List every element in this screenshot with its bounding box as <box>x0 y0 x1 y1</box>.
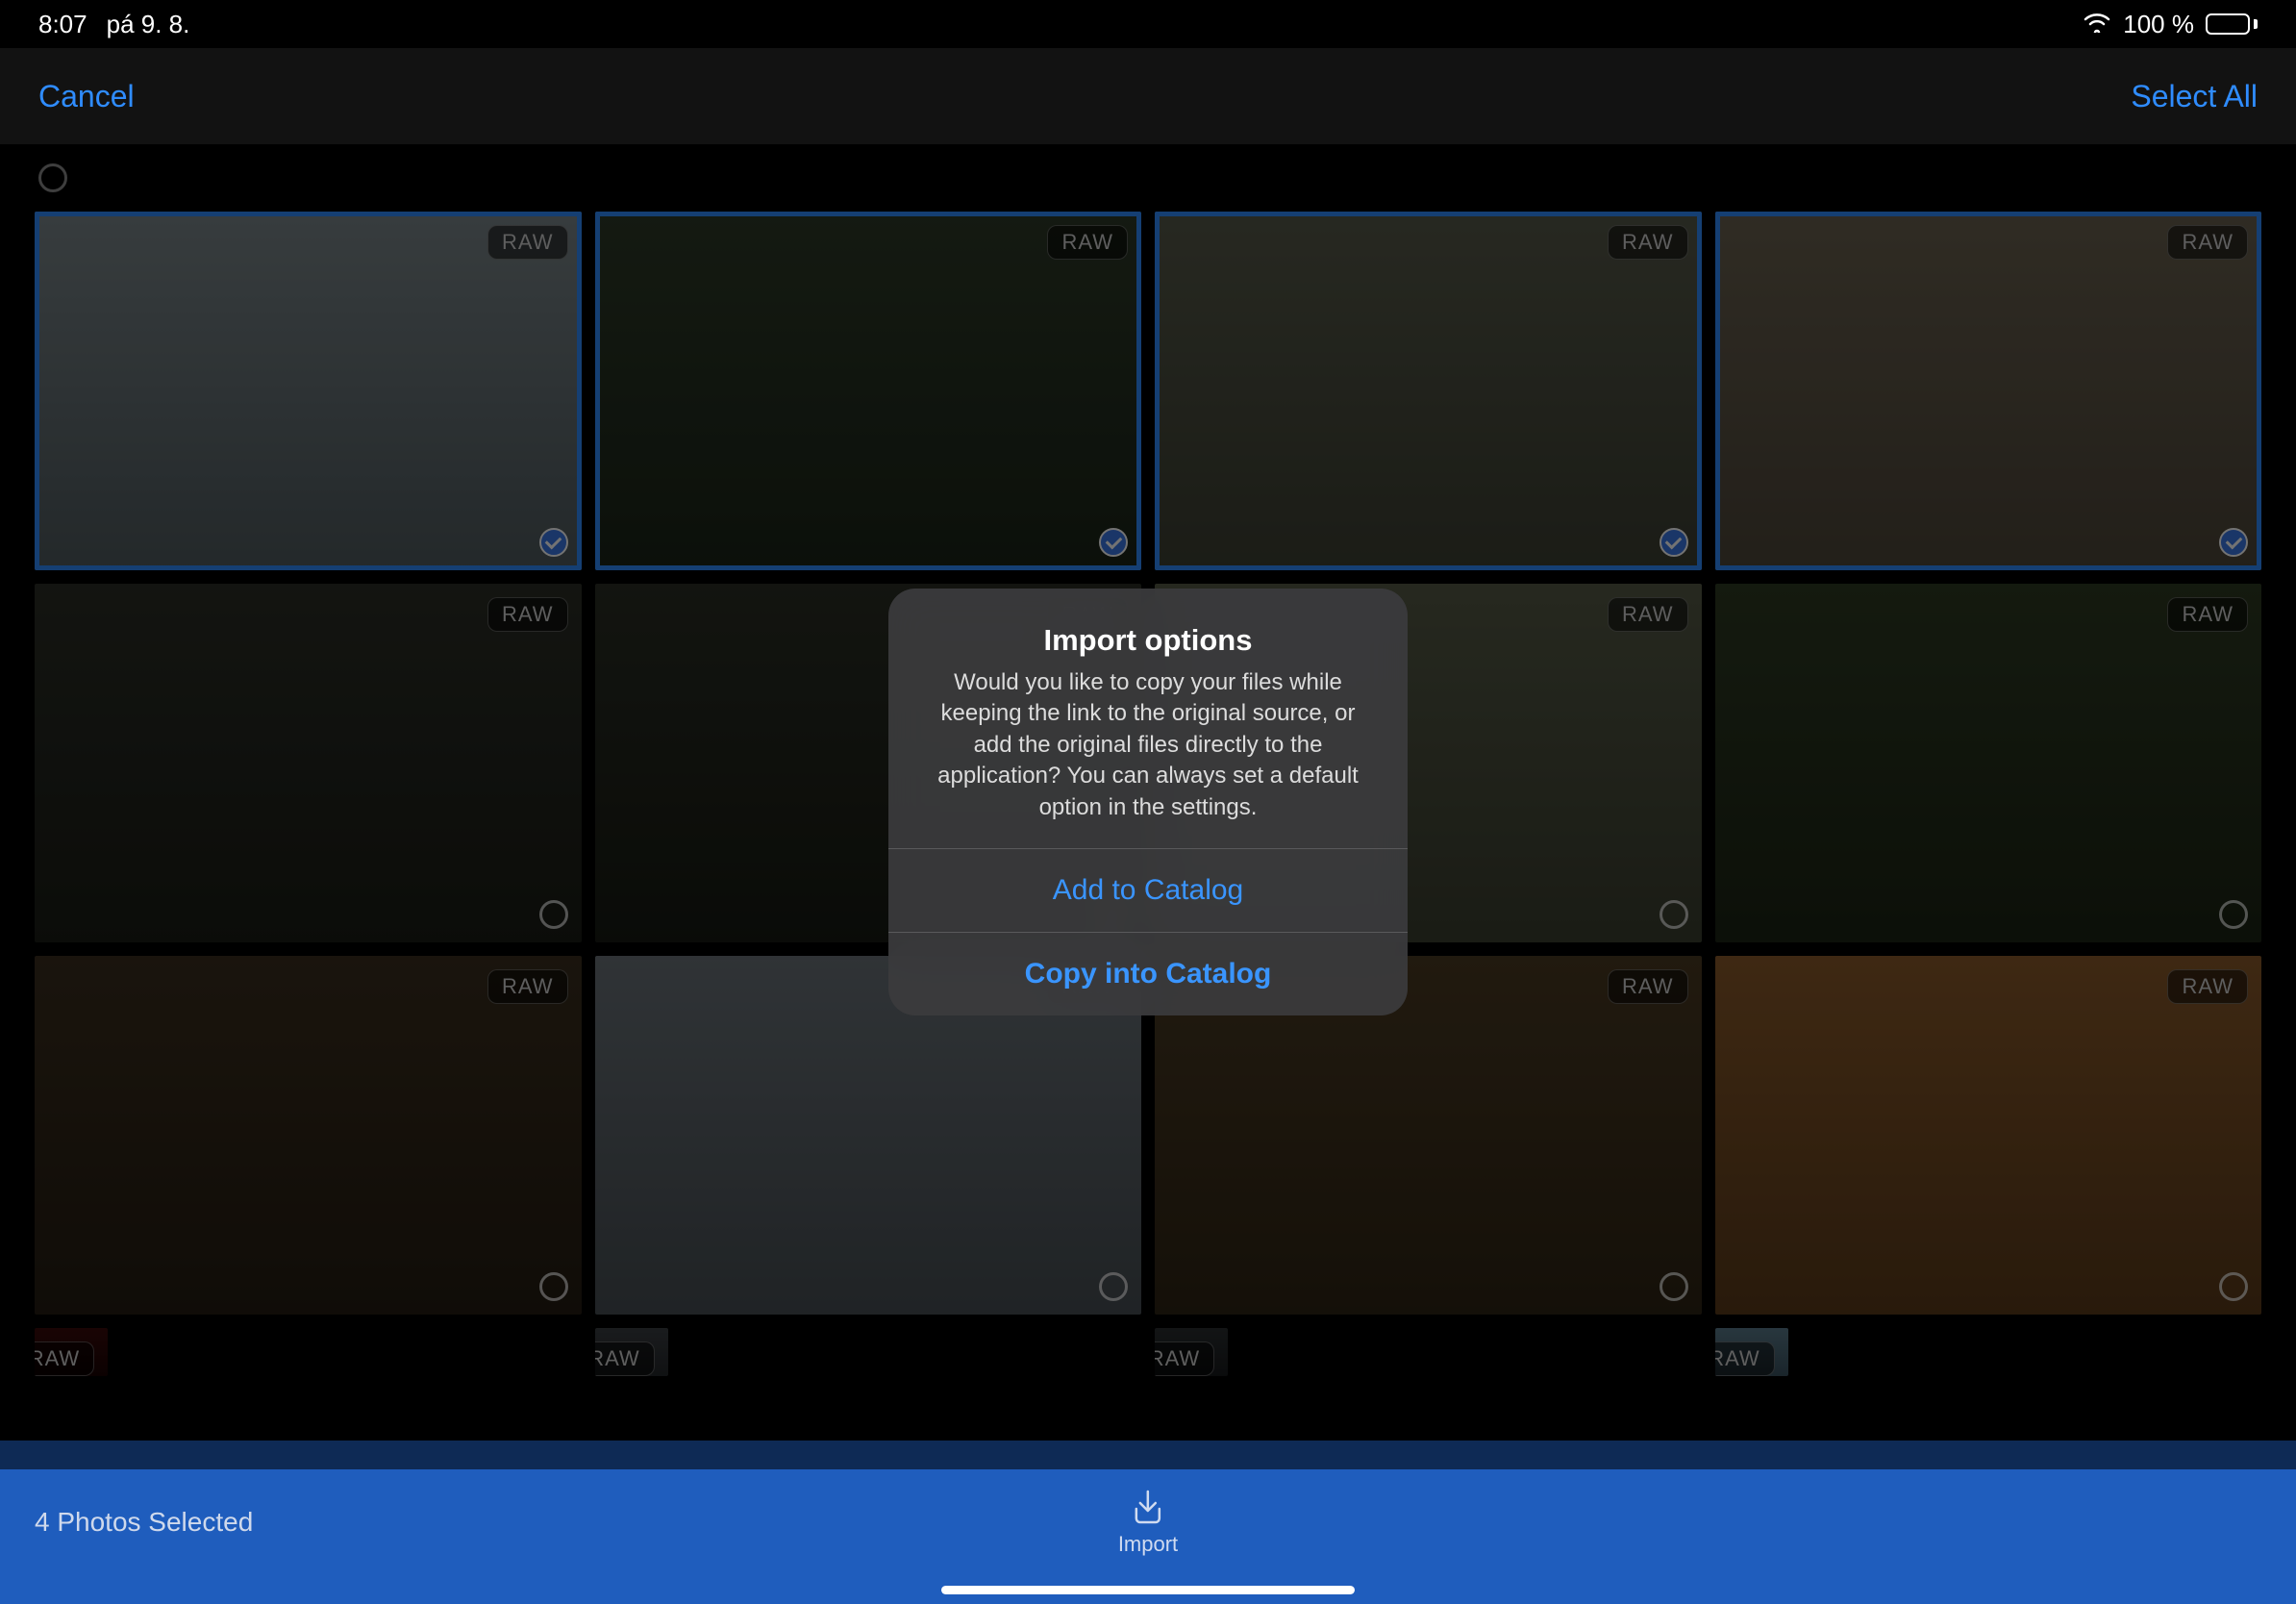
raw-badge: RAW <box>1047 225 1128 260</box>
selection-checkmark[interactable] <box>2219 528 2248 557</box>
photo-thumbnail[interactable]: RAW <box>35 1328 108 1376</box>
raw-badge: RAW <box>487 969 568 1004</box>
selection-checkmark[interactable] <box>1660 900 1688 929</box>
raw-badge: RAW <box>487 225 568 260</box>
raw-badge: RAW <box>1155 1341 1214 1376</box>
import-button-label: Import <box>1118 1532 1178 1557</box>
status-time: 8:07 <box>38 10 87 39</box>
selection-checkmark[interactable] <box>1099 1272 1128 1301</box>
raw-badge: RAW <box>1608 225 1688 260</box>
copy-into-catalog-button[interactable]: Copy into Catalog <box>888 932 1408 1015</box>
selection-checkmark[interactable] <box>539 1272 568 1301</box>
import-button[interactable]: Import <box>1118 1488 1178 1557</box>
dialog-message: Would you like to copy your files while … <box>923 667 1373 823</box>
bottom-toolbar: 4 Photos Selected Import <box>0 1441 2296 1604</box>
photo-thumbnail[interactable]: RAW <box>35 584 582 942</box>
photo-thumbnail[interactable]: RAW <box>595 1328 668 1376</box>
raw-badge: RAW <box>2167 969 2248 1004</box>
selection-checkmark[interactable] <box>2219 1272 2248 1301</box>
raw-badge: RAW <box>2167 225 2248 260</box>
raw-badge: RAW <box>1608 597 1688 632</box>
cancel-button[interactable]: Cancel <box>38 79 135 114</box>
status-date: pá 9. 8. <box>107 10 190 39</box>
raw-badge: RAW <box>35 1341 94 1376</box>
selection-checkmark[interactable] <box>539 528 568 557</box>
selection-checkmark[interactable] <box>2219 900 2248 929</box>
import-options-dialog: Import options Would you like to copy yo… <box>888 589 1408 1015</box>
photo-thumbnail[interactable]: RAW <box>1715 584 2262 942</box>
selection-checkmark[interactable] <box>539 900 568 929</box>
raw-badge: RAW <box>487 597 568 632</box>
selection-checkmark[interactable] <box>1660 528 1688 557</box>
select-all-button[interactable]: Select All <box>2131 79 2258 114</box>
battery-percent: 100 % <box>2123 10 2194 39</box>
photo-thumbnail[interactable]: RAW <box>595 212 1142 570</box>
selection-checkmark[interactable] <box>1660 1272 1688 1301</box>
battery-icon <box>2206 13 2258 35</box>
raw-badge: RAW <box>1608 969 1688 1004</box>
photo-thumbnail[interactable]: RAW <box>1155 1328 1228 1376</box>
home-indicator[interactable] <box>941 1586 1355 1594</box>
photo-thumbnail[interactable]: RAW <box>1715 212 2262 570</box>
raw-badge: RAW <box>1715 1341 1775 1376</box>
wifi-icon <box>2083 10 2111 39</box>
raw-badge: RAW <box>595 1341 655 1376</box>
photo-thumbnail[interactable]: RAW <box>35 956 582 1315</box>
dialog-title: Import options <box>923 623 1373 658</box>
navigation-bar: Cancel Select All <box>0 48 2296 144</box>
import-icon <box>1129 1488 1167 1526</box>
section-select-toggle[interactable] <box>38 163 67 192</box>
photo-thumbnail[interactable]: RAW <box>1155 212 1702 570</box>
photo-thumbnail[interactable]: RAW <box>1715 1328 1788 1376</box>
add-to-catalog-button[interactable]: Add to Catalog <box>888 848 1408 932</box>
photo-thumbnail[interactable]: RAW <box>1715 956 2262 1315</box>
status-bar: 8:07 pá 9. 8. 100 % <box>0 0 2296 48</box>
selection-count-label: 4 Photos Selected <box>35 1507 253 1538</box>
raw-badge: RAW <box>2167 597 2248 632</box>
selection-checkmark[interactable] <box>1099 528 1128 557</box>
photo-thumbnail[interactable]: RAW <box>35 212 582 570</box>
